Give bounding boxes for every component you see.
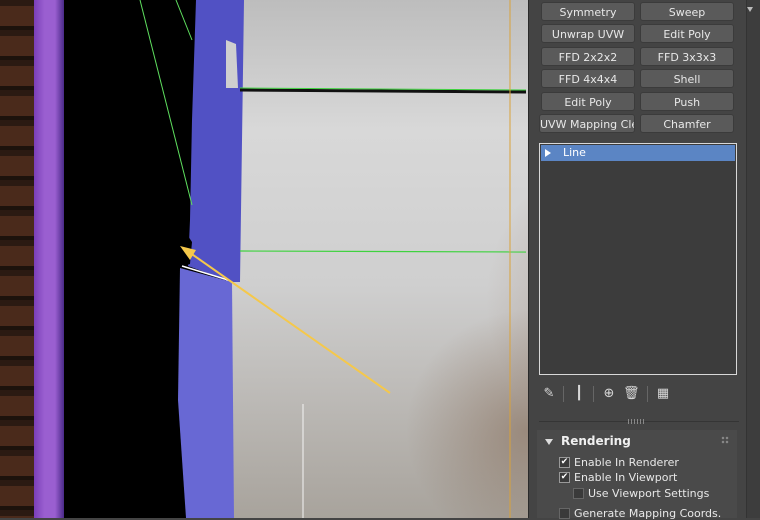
checkbox-unchecked-icon[interactable] <box>573 487 584 499</box>
modifier-button-uvw-mapping-clear[interactable]: UVW Mapping Clear <box>539 114 635 133</box>
checkbox-unchecked-icon[interactable] <box>559 507 570 519</box>
modifier-stack-list[interactable]: Line <box>539 143 737 375</box>
viewport-geometry <box>139 0 527 518</box>
modifier-button-edit-poly[interactable]: Edit Poly <box>640 24 734 43</box>
spline-line-middle <box>239 250 527 253</box>
modifier-button-shell[interactable]: Shell <box>640 69 734 88</box>
blue-frame-mesh-upper <box>188 0 244 282</box>
option-label: Enable In Viewport <box>574 471 678 484</box>
option-label: Generate Mapping Coords. <box>574 507 722 520</box>
divider-grip-icon[interactable] <box>628 419 646 424</box>
modifier-button-ffd-2x2x2[interactable]: FFD 2x2x2 <box>541 47 635 66</box>
spline-line-top <box>239 88 527 94</box>
configure-modifier-sets-icon[interactable]: ▦ <box>655 386 671 402</box>
modifier-stack-toolbar: ✎ ┃ ⊕ 🗑 ▦ <box>541 384 741 406</box>
rollout-grip-icon[interactable] <box>721 436 729 444</box>
checkbox-checked-icon[interactable]: ✔ <box>559 471 570 483</box>
rendering-rollout: Rendering ✔ Enable In Renderer ✔ Enable In… <box>537 430 737 520</box>
make-unique-icon[interactable]: ⊕ <box>601 386 617 402</box>
blue-frame-mesh-lower <box>178 268 234 518</box>
modifier-button-chamfer[interactable]: Chamfer <box>640 114 734 133</box>
panel-right-edge <box>746 0 760 518</box>
rollout-title[interactable]: Rendering <box>561 434 631 448</box>
modifier-button-edit-poly-2[interactable]: Edit Poly <box>541 92 635 111</box>
option-label: Enable In Renderer <box>574 456 679 469</box>
remove-modifier-icon[interactable]: 🗑 <box>623 386 640 402</box>
modifier-button-symmetry[interactable]: Symmetry <box>541 2 635 21</box>
expand-triangle-icon[interactable] <box>545 149 551 157</box>
toolbar-separator <box>647 386 648 402</box>
spline-guide-diagonal <box>139 0 193 206</box>
modifier-stack-item-line[interactable]: Line <box>541 145 735 161</box>
modifier-stack-item-label: Line <box>563 146 586 159</box>
modifier-button-ffd-3x3x3[interactable]: FFD 3x3x3 <box>640 47 734 66</box>
checkbox-checked-icon[interactable]: ✔ <box>559 456 570 468</box>
modifier-button-push[interactable]: Push <box>640 92 734 111</box>
command-panel: Symmetry Sweep Unwrap UVW Edit Poly FFD … <box>528 0 760 520</box>
modifier-button-ffd-4x4x4[interactable]: FFD 4x4x4 <box>541 69 635 88</box>
show-end-result-icon[interactable]: ┃ <box>571 386 587 402</box>
option-label: Use Viewport Settings <box>588 487 710 500</box>
collapse-triangle-icon[interactable] <box>545 439 553 445</box>
toolbar-separator <box>563 386 564 402</box>
toolbar-separator <box>593 386 594 402</box>
option-enable-in-renderer[interactable]: ✔ Enable In Renderer <box>559 456 679 469</box>
option-generate-mapping-coords[interactable]: Generate Mapping Coords. <box>559 507 721 520</box>
option-use-viewport-settings[interactable]: Use Viewport Settings <box>573 487 709 500</box>
panel-menu-chevron-icon[interactable] <box>747 7 753 12</box>
pin-stack-icon[interactable]: ✎ <box>541 386 557 402</box>
modifier-button-unwrap-uvw[interactable]: Unwrap UVW <box>541 24 635 43</box>
option-enable-in-viewport[interactable]: ✔ Enable In Viewport <box>559 471 677 484</box>
3d-viewport[interactable] <box>0 0 528 518</box>
modifier-button-sweep[interactable]: Sweep <box>640 2 734 21</box>
